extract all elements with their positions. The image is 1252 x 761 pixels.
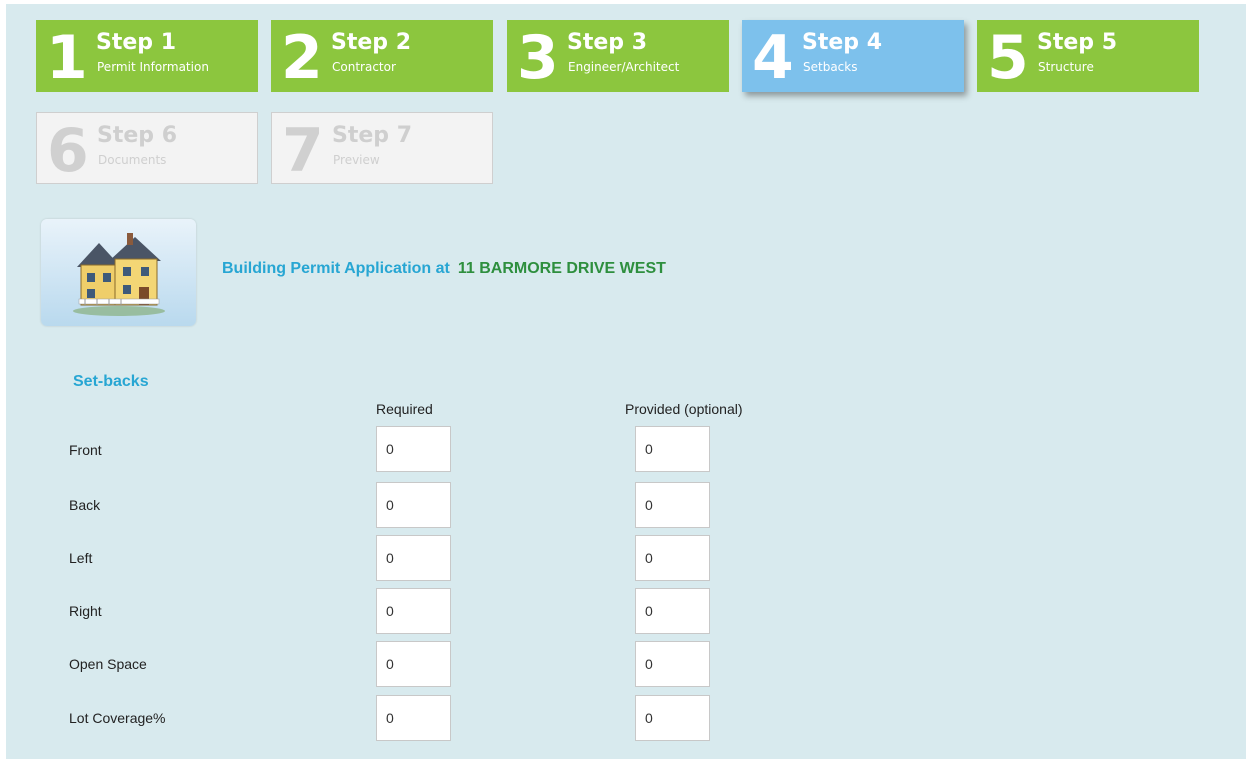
step-number: 2 [281,23,323,92]
row-label-front: Front [69,442,102,458]
column-header-provided: Provided (optional) [625,401,743,417]
step-title: Step 3 [567,30,647,55]
property-address: 11 BARMORE DRIVE WEST [457,260,666,277]
step-number: 7 [282,116,324,184]
house-icon [73,233,165,316]
step-4-setbacks[interactable]: 4 Step 4 Setbacks [742,20,964,92]
step-title: Step 5 [1037,30,1117,55]
lot-coverage-provided-input[interactable] [635,695,710,741]
back-required-input[interactable] [376,482,451,528]
front-provided-input[interactable] [635,426,710,472]
step-title: Step 4 [802,30,882,55]
row-label-right: Right [69,603,102,619]
step-subtitle: Engineer/Architect [568,60,680,74]
step-number: 3 [517,23,559,92]
step-number: 5 [987,23,1029,92]
step-title: Step 1 [96,30,176,55]
back-provided-input[interactable] [635,482,710,528]
column-header-required: Required [376,401,433,417]
house-image-card [41,219,196,326]
right-provided-input[interactable] [635,588,710,634]
row-label-back: Back [69,497,101,513]
step-5-structure[interactable]: 5 Step 5 Structure [977,20,1199,92]
setbacks-section-title: Set-backs [73,373,149,390]
step-6-documents: 6 Step 6 Documents [36,112,258,184]
step-7-preview: 7 Step 7 Preview [271,112,493,184]
open-space-provided-input[interactable] [635,641,710,687]
step-number: 6 [47,116,89,184]
front-required-input[interactable] [376,426,451,472]
open-space-required-input[interactable] [376,641,451,687]
right-required-input[interactable] [376,588,451,634]
row-label-open-space: Open Space [69,656,147,672]
step-title: Step 7 [332,123,412,148]
step-subtitle: Preview [333,153,380,167]
row-label-lot-coverage: Lot Coverage% [69,710,166,726]
step-3-engineer-architect[interactable]: 3 Step 3 Engineer/Architect [507,20,729,92]
step-number: 1 [46,23,88,92]
page-heading: Building Permit Application at 11 BARMORE… [222,260,666,278]
step-subtitle: Contractor [332,60,396,74]
lot-coverage-required-input[interactable] [376,695,451,741]
left-provided-input[interactable] [635,535,710,581]
step-2-contractor[interactable]: 2 Step 2 Contractor [271,20,493,92]
step-subtitle: Permit Information [97,60,209,74]
step-title: Step 2 [331,30,411,55]
step-1-permit-information[interactable]: 1 Step 1 Permit Information [36,20,258,92]
step-title: Step 6 [97,123,177,148]
step-subtitle: Documents [98,153,167,167]
step-number: 4 [752,23,794,92]
left-required-input[interactable] [376,535,451,581]
heading-label: Building Permit Application at [222,260,450,277]
row-label-left: Left [69,550,93,566]
step-subtitle: Setbacks [803,60,858,74]
step-subtitle: Structure [1038,60,1094,74]
